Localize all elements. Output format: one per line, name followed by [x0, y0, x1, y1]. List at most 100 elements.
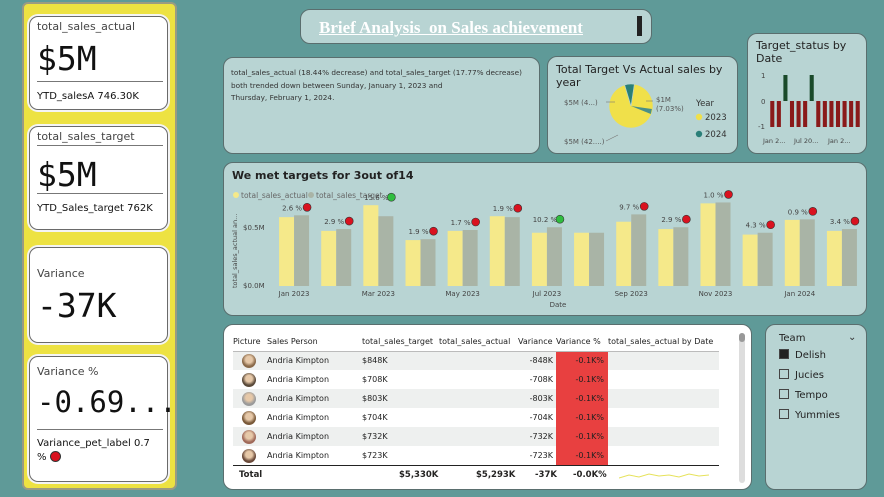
table-row[interactable]: Andria Kimpton $848K -848K -0.1K%	[233, 351, 719, 370]
cell-variance-pct: -0.1K%	[556, 389, 608, 408]
cell-sparkline	[608, 370, 719, 389]
avatar	[242, 372, 256, 387]
status-bar[interactable]	[789, 101, 795, 127]
checkbox[interactable]	[779, 409, 789, 419]
cell-variance-pct: -0.1K%	[556, 351, 608, 370]
avatar	[242, 353, 256, 368]
status-bar[interactable]	[822, 101, 827, 127]
column-header[interactable]: Variance	[518, 333, 556, 351]
cell-target: $732K	[362, 432, 388, 441]
bar-actual[interactable]	[447, 230, 463, 286]
status-bar[interactable]	[816, 101, 821, 127]
card-total-sales-actual[interactable]: total_sales_actual $5M YTD_salesA 746.30…	[29, 16, 168, 110]
status-bar[interactable]	[835, 101, 841, 127]
main-xticks: Jan 2023 Mar 2023 May 2023 Jul 2023 Sep 2023…	[278, 290, 816, 298]
pie-legend-item[interactable]: 2023	[705, 113, 727, 123]
column-header[interactable]: total_sales_actual	[439, 333, 518, 351]
bar-target[interactable]	[294, 215, 310, 286]
bar-target[interactable]	[673, 227, 689, 286]
status-bar[interactable]	[829, 101, 834, 127]
bar-actual[interactable]	[658, 229, 674, 286]
bar-actual[interactable]	[700, 203, 716, 286]
bar-target[interactable]	[546, 227, 562, 286]
table-row[interactable]: Andria Kimpton $704K -704K -0.1K%	[233, 408, 719, 427]
pie-legend-item[interactable]: 2024	[705, 130, 727, 140]
variance-label: 9.7 %	[619, 203, 639, 211]
bar-actual[interactable]	[531, 232, 547, 286]
status-bar[interactable]	[776, 101, 781, 127]
legend-marker	[695, 113, 703, 121]
table-row[interactable]: Andria Kimpton $732K -732K -0.1K%	[233, 427, 719, 446]
legend-marker	[233, 192, 239, 198]
status-bar[interactable]	[770, 101, 775, 127]
column-header[interactable]: Picture	[233, 333, 267, 351]
table-row[interactable]: Andria Kimpton $708K -708K -0.1K%	[233, 370, 719, 389]
bar-target[interactable]	[336, 229, 352, 286]
column-header[interactable]: total_sales_target	[362, 333, 439, 351]
bar-actual[interactable]	[784, 219, 800, 286]
card-variance[interactable]: Variance -37K	[29, 247, 168, 343]
bar-actual[interactable]	[826, 230, 842, 286]
card-divider	[37, 145, 163, 146]
slicer-item[interactable]: Jucies	[779, 369, 824, 381]
avatar-cell	[233, 446, 267, 465]
bar-target[interactable]	[715, 202, 731, 286]
legend-marker	[695, 130, 703, 138]
bar-actual[interactable]	[742, 234, 758, 286]
column-header[interactable]: Sales Person	[267, 333, 362, 351]
slicer-item[interactable]: Yummies	[779, 409, 840, 421]
bar-target[interactable]	[799, 219, 815, 286]
column-header[interactable]: total_sales_actual by Date	[608, 333, 719, 351]
checkbox[interactable]	[779, 389, 789, 399]
slicer-item[interactable]: Delish	[779, 349, 826, 361]
card-label: Variance %	[37, 365, 99, 378]
status-bar[interactable]	[803, 101, 808, 127]
bar-actual[interactable]	[489, 216, 505, 286]
status-bar[interactable]	[855, 101, 860, 127]
target-met-icon	[555, 214, 565, 224]
pie-label: (7.03%)	[656, 105, 684, 113]
bar-actual[interactable]	[363, 205, 379, 286]
cell-variance-pct: -0.1K%	[556, 408, 608, 427]
bar-actual[interactable]	[279, 217, 295, 286]
status-bar[interactable]	[809, 75, 814, 101]
checkbox[interactable]	[779, 369, 789, 379]
slicer-item[interactable]: Tempo	[779, 389, 828, 401]
cell-variance-pct: -0.1K%	[556, 427, 608, 446]
status-bar[interactable]	[783, 75, 788, 101]
main-legend-item[interactable]: total_sales_actual	[241, 191, 308, 200]
card-variance-pct[interactable]: Variance % -0.69... Variance_pet_label 0…	[29, 356, 177, 482]
chevron-down-icon[interactable]: ⌄	[848, 332, 856, 343]
pie-slices[interactable]	[608, 83, 654, 129]
card-total-sales-target[interactable]: total_sales_target $5M YTD_Sales_target …	[29, 126, 168, 230]
table-scrollbar[interactable]	[739, 333, 745, 483]
narrative-line: both trended down between Sunday, Januar…	[231, 80, 443, 90]
bar-target[interactable]	[757, 232, 773, 286]
bar-actual[interactable]	[321, 230, 337, 286]
checkbox[interactable]	[779, 349, 789, 359]
table-row[interactable]: Andria Kimpton $803K -803K -0.1K%	[233, 389, 719, 408]
variance-label: 1.0 %	[703, 191, 723, 199]
bar-target[interactable]	[841, 229, 857, 286]
status-bar[interactable]	[849, 101, 854, 127]
status-bar[interactable]	[796, 101, 801, 127]
bar-target[interactable]	[420, 239, 436, 286]
bar-target[interactable]	[589, 232, 605, 286]
bar-target[interactable]	[504, 217, 520, 286]
target-missed-icon	[808, 207, 818, 216]
bar-target[interactable]	[378, 216, 394, 286]
main-bars[interactable]	[279, 202, 857, 286]
bar-target[interactable]	[631, 214, 647, 286]
column-header[interactable]: Variance %	[556, 333, 608, 351]
status-bars[interactable]	[770, 75, 860, 127]
bar-target[interactable]	[462, 229, 478, 286]
variance-label: 2.9 %	[324, 218, 344, 226]
status-ytick: 1	[761, 72, 765, 80]
bar-actual[interactable]	[405, 240, 421, 286]
bar-actual[interactable]	[574, 232, 590, 286]
status-bar[interactable]	[842, 101, 847, 127]
variance-label: 3.4 %	[830, 218, 850, 226]
table-row[interactable]: Andria Kimpton $723K -723K -0.1K%	[233, 446, 719, 465]
bar-actual[interactable]	[616, 221, 632, 286]
scrollbar-thumb[interactable]	[739, 333, 745, 342]
